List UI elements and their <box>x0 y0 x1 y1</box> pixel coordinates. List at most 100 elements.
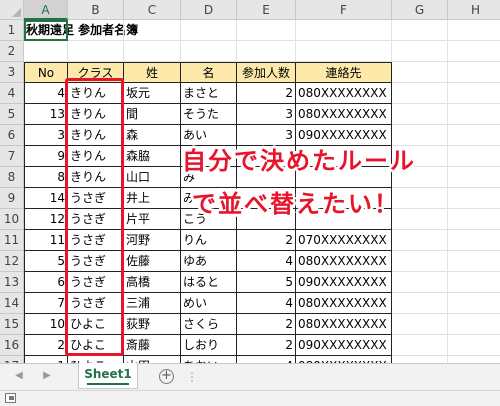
cell-e5[interactable]: 3 <box>237 104 296 125</box>
cell-h12[interactable] <box>448 251 500 272</box>
column-header-a[interactable]: A <box>24 0 68 20</box>
row-header[interactable]: 15 <box>0 314 24 335</box>
cell-c6[interactable]: 森 <box>124 125 181 146</box>
cell-h9[interactable] <box>448 188 500 209</box>
cell-d13[interactable]: はると <box>181 272 237 293</box>
row-header[interactable]: 7 <box>0 146 24 167</box>
cell-c16[interactable]: 斎藤 <box>124 335 181 356</box>
cell-f5[interactable]: 080XXXXXXXX <box>296 104 392 125</box>
cell-h17[interactable] <box>448 356 500 363</box>
cell-e2[interactable] <box>237 41 296 62</box>
cell-h15[interactable] <box>448 314 500 335</box>
cell-a12[interactable]: 5 <box>24 251 68 272</box>
row-header[interactable]: 10 <box>0 209 24 230</box>
cell-f1[interactable] <box>296 20 392 41</box>
cell-g16[interactable] <box>392 335 448 356</box>
cell-a5[interactable]: 13 <box>24 104 68 125</box>
cell-e11[interactable]: 2 <box>237 230 296 251</box>
cell-h1[interactable] <box>448 20 500 41</box>
row-header[interactable]: 9 <box>0 188 24 209</box>
cell-a15[interactable]: 10 <box>24 314 68 335</box>
cell-d1[interactable] <box>181 20 237 41</box>
column-header-c[interactable]: C <box>124 0 181 20</box>
column-header-e[interactable]: E <box>237 0 296 20</box>
cell-c1[interactable] <box>124 20 181 41</box>
cell-h3[interactable] <box>448 62 500 83</box>
cell-e1[interactable] <box>237 20 296 41</box>
cell-a11[interactable]: 11 <box>24 230 68 251</box>
cell-f16[interactable]: 090XXXXXXXX <box>296 335 392 356</box>
cell-f13[interactable]: 090XXXXXXXX <box>296 272 392 293</box>
cell-f14[interactable]: 080XXXXXXXX <box>296 293 392 314</box>
cell-h2[interactable] <box>448 41 500 62</box>
cell-b17[interactable]: ひよこ <box>68 356 124 363</box>
cell-g13[interactable] <box>392 272 448 293</box>
cell-e13[interactable]: 5 <box>237 272 296 293</box>
row-header[interactable]: 1 <box>0 20 24 41</box>
row-header[interactable]: 8 <box>0 167 24 188</box>
cell-b2[interactable] <box>68 41 124 62</box>
row-header[interactable]: 13 <box>0 272 24 293</box>
cell-d2[interactable] <box>181 41 237 62</box>
cell-f3[interactable]: 連絡先 <box>296 62 392 83</box>
row-header[interactable]: 5 <box>0 104 24 125</box>
cell-c15[interactable]: 荻野 <box>124 314 181 335</box>
cell-b1[interactable] <box>68 20 124 41</box>
row-header[interactable]: 12 <box>0 251 24 272</box>
row-header[interactable]: 11 <box>0 230 24 251</box>
cell-d15[interactable]: さくら <box>181 314 237 335</box>
cell-c7[interactable]: 森脇 <box>124 146 181 167</box>
select-all-button[interactable] <box>0 0 24 20</box>
cell-c2[interactable] <box>124 41 181 62</box>
cell-c9[interactable]: 井上 <box>124 188 181 209</box>
row-header[interactable]: 16 <box>0 335 24 356</box>
row-header[interactable]: 6 <box>0 125 24 146</box>
cell-h11[interactable] <box>448 230 500 251</box>
column-header-g[interactable]: G <box>392 0 448 20</box>
row-header[interactable]: 2 <box>0 41 24 62</box>
cell-e12[interactable]: 4 <box>237 251 296 272</box>
row-header[interactable]: 4 <box>0 83 24 104</box>
next-sheet-icon[interactable]: ▶ <box>40 370 54 381</box>
column-header-f[interactable]: F <box>296 0 392 20</box>
column-header-d[interactable]: D <box>181 0 237 20</box>
cell-c5[interactable]: 間 <box>124 104 181 125</box>
row-header[interactable]: 3 <box>0 62 24 83</box>
cell-g12[interactable] <box>392 251 448 272</box>
cell-e17[interactable]: 4 <box>237 356 296 363</box>
cell-g4[interactable] <box>392 83 448 104</box>
cell-f12[interactable]: 080XXXXXXXX <box>296 251 392 272</box>
cell-e16[interactable]: 2 <box>237 335 296 356</box>
cell-d12[interactable]: ゆあ <box>181 251 237 272</box>
spreadsheet-grid[interactable]: ABCDEFGH 1 秋期遠足 参加者名簿 2 3 No クラス姓名参加人数 連絡先 4 4 きり… <box>0 0 500 363</box>
cell-a8[interactable]: 8 <box>24 167 68 188</box>
cell-c13[interactable]: 高橋 <box>124 272 181 293</box>
cell-h10[interactable] <box>448 209 500 230</box>
cell-d17[interactable]: あおい <box>181 356 237 363</box>
cell-c10[interactable]: 片平 <box>124 209 181 230</box>
cell-d14[interactable]: めい <box>181 293 237 314</box>
cell-c14[interactable]: 三浦 <box>124 293 181 314</box>
cell-g17[interactable] <box>392 356 448 363</box>
cell-a10[interactable]: 12 <box>24 209 68 230</box>
cell-c4[interactable]: 坂元 <box>124 83 181 104</box>
cell-a16[interactable]: 2 <box>24 335 68 356</box>
cell-c3[interactable]: 姓 <box>124 62 181 83</box>
cell-a2[interactable] <box>24 41 68 62</box>
row-header[interactable]: 14 <box>0 293 24 314</box>
cell-e4[interactable]: 2 <box>237 83 296 104</box>
cell-g3[interactable] <box>392 62 448 83</box>
cell-d16[interactable]: しおり <box>181 335 237 356</box>
cell-e3[interactable]: 参加人数 <box>237 62 296 83</box>
tab-split-handle[interactable]: ⋮ <box>186 370 199 384</box>
cell-g14[interactable] <box>392 293 448 314</box>
cell-c12[interactable]: 佐藤 <box>124 251 181 272</box>
cell-f4[interactable]: 080XXXXXXXX <box>296 83 392 104</box>
column-header-h[interactable]: H <box>448 0 500 20</box>
cell-d11[interactable]: りん <box>181 230 237 251</box>
cell-g15[interactable] <box>392 314 448 335</box>
cell-d3[interactable]: 名 <box>181 62 237 83</box>
cell-c11[interactable]: 河野 <box>124 230 181 251</box>
cell-a13[interactable]: 6 <box>24 272 68 293</box>
cell-a4[interactable]: 4 <box>24 83 68 104</box>
